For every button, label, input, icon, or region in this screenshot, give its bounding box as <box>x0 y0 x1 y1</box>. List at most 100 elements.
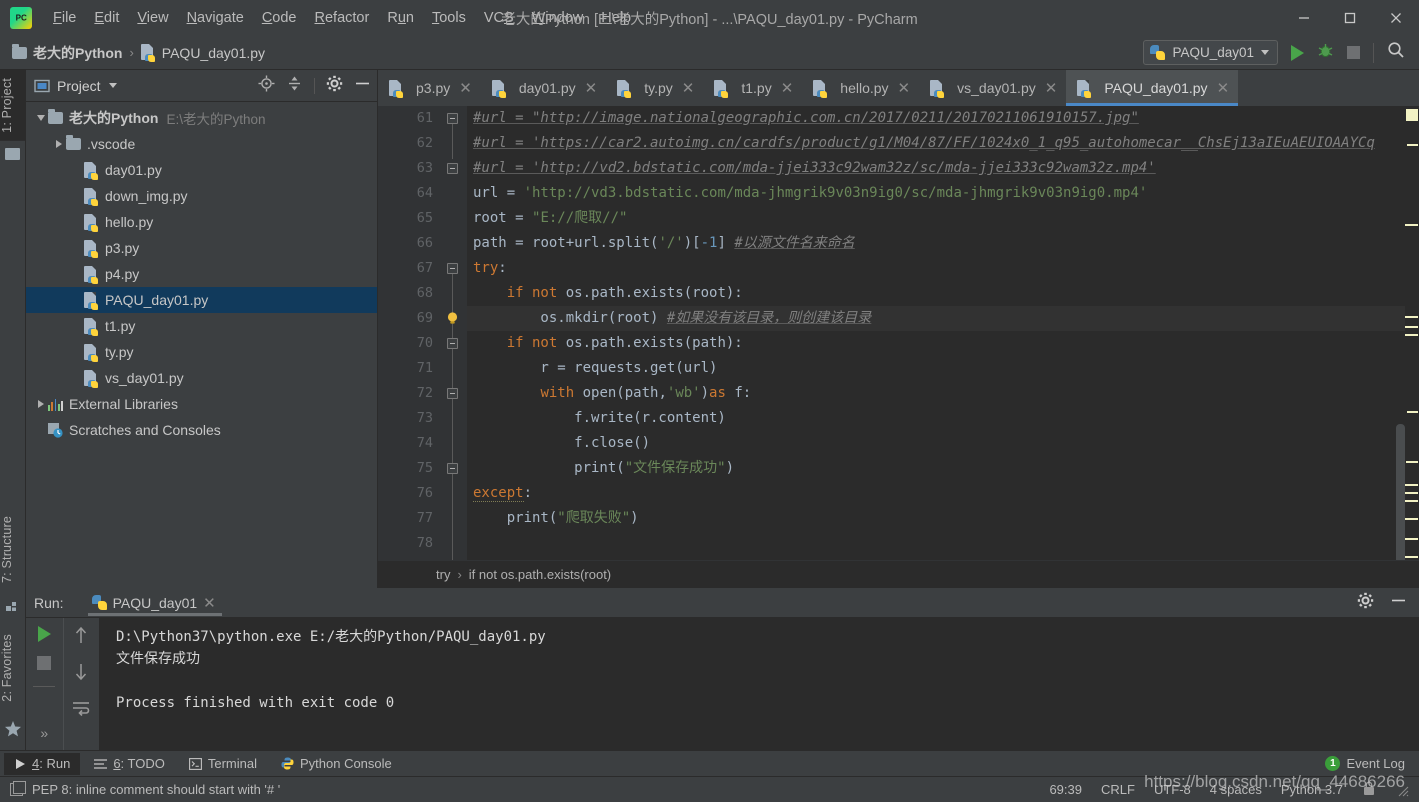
chevron-right-icon[interactable] <box>52 140 66 148</box>
tree-item----python[interactable]: 老大的Python E:\老大的Python <box>26 105 377 131</box>
fold-marker[interactable] <box>447 388 458 399</box>
error-stripe-mark[interactable] <box>1405 500 1418 502</box>
editor-tab-p3-py[interactable]: p3.py ✕ <box>378 70 481 106</box>
editor-tab-t1-py[interactable]: t1.py ✕ <box>703 70 802 106</box>
tool-button-4--run[interactable]: 4: Run <box>4 752 81 775</box>
breadcrumb-item-0[interactable]: 老大的Python <box>12 43 122 63</box>
tree-item-ty-py[interactable]: ty.py <box>26 339 377 365</box>
code-line-73[interactable]: f.write(r.content) <box>467 406 1419 431</box>
error-stripe-mark[interactable] <box>1405 326 1418 328</box>
tool-button-terminal[interactable]: Terminal <box>179 753 267 775</box>
editor-tab-vs_day01-py[interactable]: vs_day01.py ✕ <box>919 70 1066 106</box>
menu-item-file[interactable]: File <box>44 6 85 30</box>
maximize-icon[interactable] <box>1327 0 1373 36</box>
breadcrumb-item-1[interactable]: PAQU_day01.py <box>140 44 265 62</box>
code-line-61[interactable]: #url = "http://image.nationalgeographic.… <box>467 106 1419 131</box>
editor-tab-hello-py[interactable]: hello.py ✕ <box>802 70 919 106</box>
run-icon[interactable] <box>1291 44 1304 61</box>
code-line-74[interactable]: f.close() <box>467 431 1419 456</box>
run-console-output[interactable]: D:\Python37\python.exe E:/老大的Python/PAQU… <box>100 618 1419 752</box>
error-stripe-mark[interactable] <box>1407 411 1418 413</box>
minimize-icon[interactable] <box>1281 0 1327 36</box>
python-interpreter[interactable]: Python 3.7 <box>1281 782 1343 797</box>
code-line-64[interactable]: url = 'http://vd3.bdstatic.com/mda-jhmgr… <box>467 181 1419 206</box>
close-icon[interactable]: ✕ <box>1045 81 1058 96</box>
editor-breadcrumb-item-0[interactable]: try <box>436 567 450 582</box>
project-tree[interactable]: 老大的Python E:\老大的Python .vscode day01.py down… <box>26 102 377 588</box>
code-content[interactable]: #url = "http://image.nationalgeographic.… <box>467 106 1419 588</box>
tree-item-external-libraries[interactable]: External Libraries <box>26 391 377 417</box>
error-stripe-mark[interactable] <box>1405 484 1418 486</box>
collapse-all-icon[interactable] <box>286 75 303 97</box>
run-tab-paqu-day01[interactable]: PAQU_day01 ✕ <box>87 588 222 618</box>
soft-wrap-icon[interactable] <box>72 700 90 721</box>
chevron-down-icon[interactable] <box>108 83 117 88</box>
fold-marker[interactable] <box>447 113 458 124</box>
gear-icon[interactable] <box>1357 592 1374 614</box>
close-icon[interactable]: ✕ <box>781 81 794 96</box>
error-stripe-mark[interactable] <box>1405 334 1418 336</box>
fold-marker[interactable] <box>447 463 458 474</box>
editor-breadcrumb-item-1[interactable]: if not os.path.exists(root) <box>469 567 611 582</box>
tree-item-t1-py[interactable]: t1.py <box>26 313 377 339</box>
tool-button-python-console[interactable]: Python Console <box>271 753 402 775</box>
menu-item-tools[interactable]: Tools <box>423 6 475 30</box>
lock-icon[interactable] <box>1362 781 1376 799</box>
resize-grip[interactable] <box>1395 783 1409 797</box>
menu-item-code[interactable]: Code <box>253 6 306 30</box>
code-line-72[interactable]: with open(path,'wb')as f: <box>467 381 1419 406</box>
tree-item--vscode[interactable]: .vscode <box>26 131 377 157</box>
arrow-down-icon[interactable] <box>73 663 89 686</box>
close-icon[interactable] <box>1373 0 1419 36</box>
search-everywhere-icon[interactable] <box>1387 41 1405 64</box>
fold-gutter[interactable] <box>442 106 467 588</box>
tool-button-6--todo[interactable]: 6: TODO <box>84 753 175 775</box>
tree-item-vs_day01-py[interactable]: vs_day01.py <box>26 365 377 391</box>
code-line-75[interactable]: print("文件保存成功") <box>467 456 1419 481</box>
error-stripe-mark[interactable] <box>1405 316 1418 318</box>
error-stripe-mark[interactable] <box>1406 461 1418 463</box>
line-separator[interactable]: CRLF <box>1101 782 1135 797</box>
code-editor[interactable]: 61 62 63 64 65 66 67 68 69 70 71 72 73 74 75 76 77 78 #ur… <box>378 106 1419 588</box>
error-stripe-mark[interactable] <box>1405 556 1418 558</box>
code-line-65[interactable]: root = "E://爬取//" <box>467 206 1419 231</box>
editor-breadcrumb[interactable]: try › if not os.path.exists(root) <box>378 560 1419 588</box>
tree-item-paqu_day01-py[interactable]: PAQU_day01.py <box>26 287 377 313</box>
close-icon[interactable]: ✕ <box>682 81 695 96</box>
hide-panel-icon[interactable] <box>354 75 371 97</box>
menu-item-refactor[interactable]: Refactor <box>306 6 379 30</box>
error-stripe-marker-bar[interactable] <box>1405 106 1419 588</box>
close-icon[interactable]: ✕ <box>585 81 598 96</box>
error-stripe-mark[interactable] <box>1405 518 1418 520</box>
code-line-77[interactable]: print("爬取失败") <box>467 506 1419 531</box>
code-line-66[interactable]: path = root+url.split('/')[-1] #以源文件名来命名 <box>467 231 1419 256</box>
locate-icon[interactable] <box>258 75 275 97</box>
tree-item-down_img-py[interactable]: down_img.py <box>26 183 377 209</box>
code-line-70[interactable]: if not os.path.exists(path): <box>467 331 1419 356</box>
file-encoding[interactable]: UTF-8 <box>1154 782 1191 797</box>
tree-item-p4-py[interactable]: p4.py <box>26 261 377 287</box>
menu-item-window[interactable]: Window <box>523 6 593 30</box>
fold-marker[interactable] <box>447 263 458 274</box>
editor-tab-day01-py[interactable]: day01.py ✕ <box>481 70 606 106</box>
stop-icon[interactable] <box>1347 46 1360 59</box>
error-stripe-mark[interactable] <box>1405 492 1418 494</box>
menu-item-help[interactable]: Help <box>592 6 640 30</box>
arrow-up-icon[interactable] <box>73 626 89 649</box>
menu-item-edit[interactable]: Edit <box>85 6 128 30</box>
code-line-78[interactable] <box>467 531 1419 556</box>
code-line-76[interactable]: except: <box>467 481 1419 506</box>
intention-bulb-icon[interactable] <box>445 311 460 326</box>
sidebar-tab-structure[interactable]: 7: Structure <box>0 508 26 591</box>
inspections-icon[interactable] <box>10 781 26 796</box>
error-stripe-mark[interactable] <box>1405 538 1418 540</box>
debug-icon[interactable] <box>1317 42 1334 64</box>
tree-item-day01-py[interactable]: day01.py <box>26 157 377 183</box>
tree-item-hello-py[interactable]: hello.py <box>26 209 377 235</box>
editor-tabs[interactable]: p3.py ✕ day01.py ✕ ty.py ✕ t1.py ✕ hello.py ✕ vs_d… <box>378 70 1419 106</box>
sidebar-tab-favorites[interactable]: 2: Favorites <box>0 626 26 710</box>
menu-item-vcs[interactable]: VCS <box>475 6 523 30</box>
close-icon[interactable]: ✕ <box>459 81 472 96</box>
close-icon[interactable]: ✕ <box>1217 81 1230 96</box>
run-configuration-selector[interactable]: PAQU_day01 <box>1143 40 1278 65</box>
